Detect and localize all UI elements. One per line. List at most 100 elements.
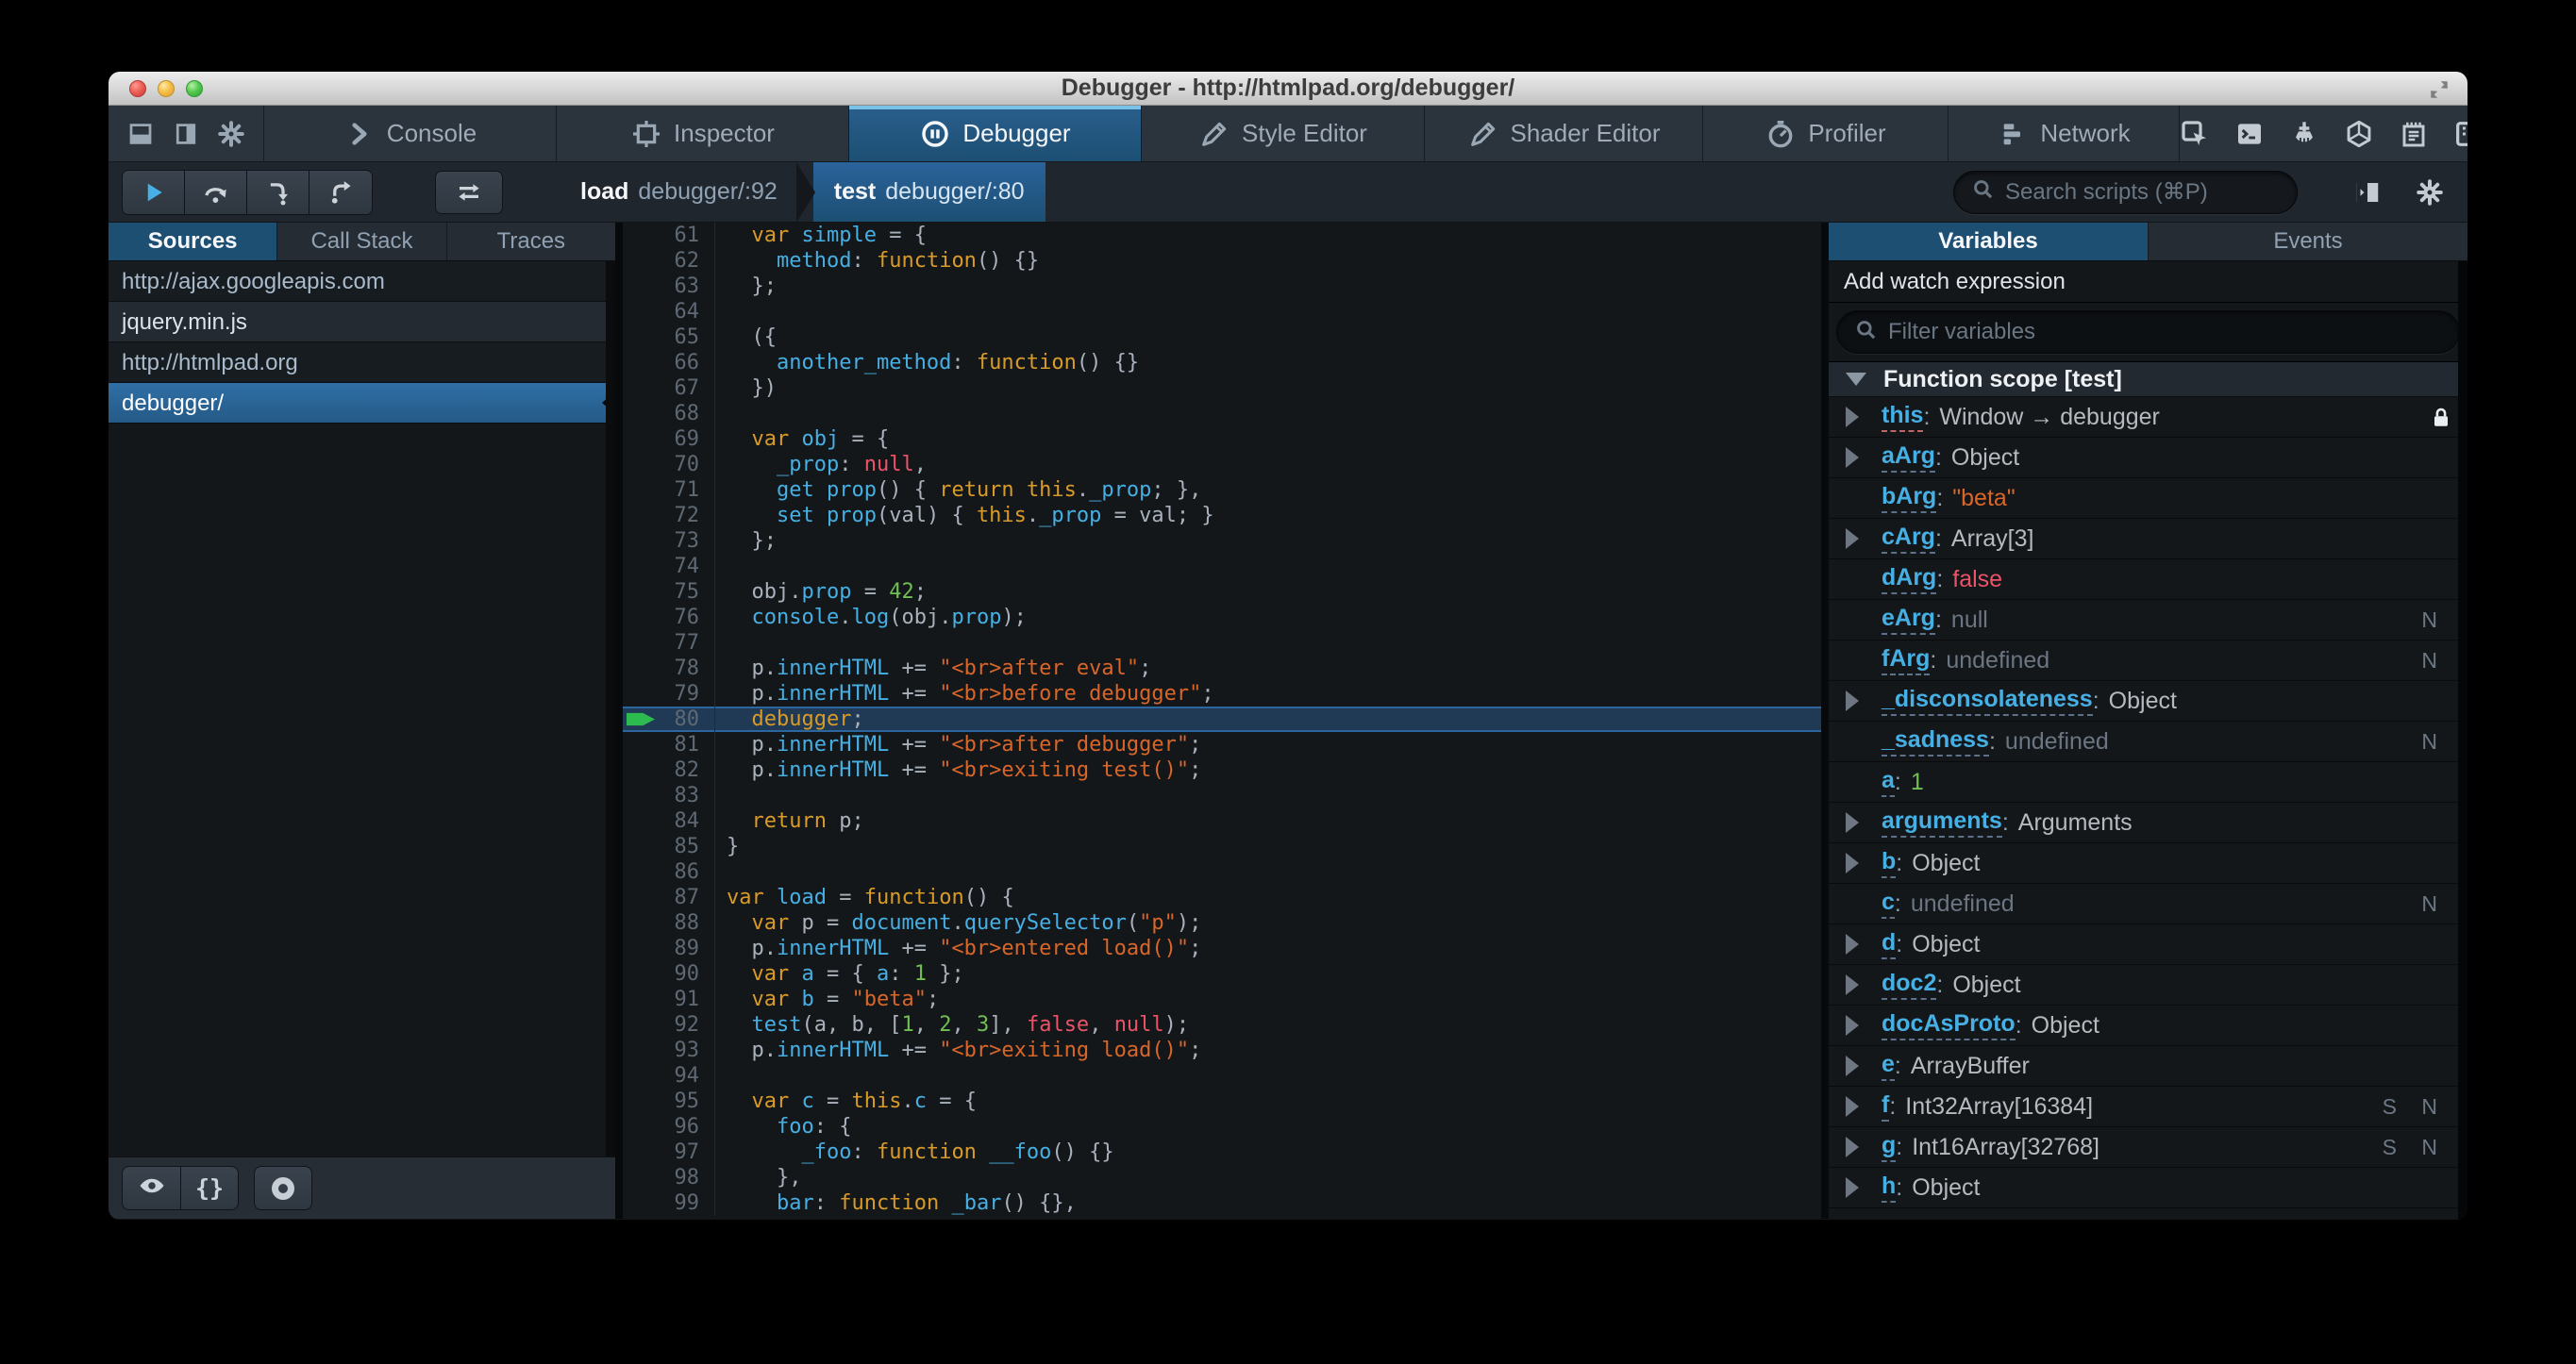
code-line[interactable]: 94 (623, 1063, 1821, 1089)
variable-row[interactable]: docAsProto: Object (1829, 1006, 2467, 1046)
variable-value[interactable]: undefined (1946, 647, 2049, 674)
minimize-window-button[interactable] (158, 80, 175, 97)
variable-value[interactable]: Int16Array[32768] (1912, 1134, 2099, 1161)
variable-value[interactable]: ArrayBuffer (1911, 1053, 2030, 1080)
code-line[interactable]: 98 }, (623, 1165, 1821, 1190)
line-number[interactable]: 95 (623, 1089, 715, 1114)
variable-value[interactable]: Object (1952, 972, 2020, 999)
variable-row[interactable]: _disconsolateness: Object (1829, 681, 2467, 722)
blackbox-source-button[interactable] (122, 1166, 180, 1210)
breadcrumb-frame-test[interactable]: test debugger/:80 (812, 162, 1045, 222)
line-number[interactable]: 72 (623, 503, 715, 528)
expand-icon[interactable] (1846, 934, 1859, 955)
variable-row[interactable]: c: undefined N (1829, 884, 2467, 924)
variable-value[interactable]: undefined (2005, 728, 2109, 756)
variables-tab-variables[interactable]: Variables (1829, 223, 2149, 260)
variable-name[interactable]: bArg (1882, 483, 1937, 513)
variable-row[interactable]: arguments: Arguments (1829, 803, 2467, 843)
variable-row[interactable]: d: Object (1829, 924, 2467, 965)
code-line[interactable]: 72 set prop(val) { this._prop = val; } (623, 503, 1821, 528)
line-number[interactable]: 89 (623, 936, 715, 961)
tab-network[interactable]: Network (1949, 106, 2180, 161)
filter-variables-input[interactable] (1888, 319, 2442, 345)
variable-value[interactable]: Object (1951, 444, 2019, 472)
line-number[interactable]: 63 (623, 274, 715, 299)
code-line[interactable]: 70 _prop: null, (623, 452, 1821, 477)
tab-console[interactable]: Console (264, 106, 557, 161)
variable-name[interactable]: eArg (1882, 605, 1935, 635)
line-number[interactable]: 61 (623, 223, 715, 248)
split-console-icon[interactable] (2234, 119, 2265, 149)
code-line[interactable]: 73 }; (623, 528, 1821, 554)
line-number[interactable]: 64 (623, 299, 715, 324)
variable-row[interactable]: a: 1 (1829, 762, 2467, 803)
code-line[interactable]: 64 (623, 299, 1821, 324)
expand-icon[interactable] (1846, 1015, 1859, 1036)
code-line[interactable]: 99 bar: function _bar() {}, (623, 1190, 1821, 1216)
dock-bottom-icon[interactable] (125, 119, 156, 149)
code-line[interactable]: 89 p.innerHTML += "<br>entered load()"; (623, 936, 1821, 961)
line-number[interactable]: 71 (623, 477, 715, 503)
sidebar-splitter[interactable] (615, 223, 623, 1219)
code-line[interactable]: 65 ({ (623, 324, 1821, 350)
variable-row[interactable]: this: Window → debugger (1829, 397, 2467, 438)
pick-element-icon[interactable] (2180, 119, 2210, 149)
expand-icon[interactable] (1846, 1056, 1859, 1076)
line-number[interactable]: 74 (623, 554, 715, 579)
variable-value[interactable]: Array[3] (1951, 525, 2034, 553)
variable-name[interactable]: _sadness (1882, 726, 1989, 757)
code-line[interactable]: 96 foo: { (623, 1114, 1821, 1139)
code-line[interactable]: 91 var b = "beta"; (623, 987, 1821, 1012)
resume-button[interactable] (123, 170, 185, 214)
line-number[interactable]: 91 (623, 987, 715, 1012)
sources-tab-sources[interactable]: Sources (109, 223, 278, 260)
variables-splitter[interactable] (1821, 223, 1829, 1219)
toggle-pause-on-exceptions-button[interactable] (254, 1166, 312, 1210)
line-number[interactable]: 84 (623, 808, 715, 834)
line-number[interactable]: 98 (623, 1165, 715, 1190)
tab-profiler[interactable]: Profiler (1703, 106, 1949, 161)
zoom-window-button[interactable] (186, 80, 203, 97)
line-number[interactable]: 77 (623, 630, 715, 656)
code-line[interactable]: 83 (623, 783, 1821, 808)
variable-row[interactable]: g: Int16Array[32768] S N (1829, 1127, 2467, 1168)
variable-name[interactable]: f (1882, 1091, 1890, 1122)
code-line[interactable]: 84 return p; (623, 808, 1821, 834)
scope-header[interactable]: Function scope [test] (1829, 362, 2467, 397)
tab-debugger[interactable]: Debugger (849, 106, 1142, 161)
variable-name[interactable]: _disconsolateness (1882, 686, 2093, 716)
expand-icon[interactable] (1846, 812, 1859, 833)
search-scripts-input[interactable] (2005, 178, 2280, 206)
line-number[interactable]: 87 (623, 885, 715, 910)
source-item[interactable]: debugger/ (109, 383, 615, 424)
line-number[interactable]: 78 (623, 656, 715, 681)
code-line[interactable]: 75 obj.prop = 42; (623, 579, 1821, 605)
line-number[interactable]: 88 (623, 910, 715, 936)
code-line[interactable]: 85} (623, 834, 1821, 859)
dock-side-icon[interactable] (171, 119, 201, 149)
variable-value[interactable]: 1 (1911, 769, 1924, 796)
expand-icon[interactable] (1846, 853, 1859, 873)
variable-value[interactable]: Object (2032, 1012, 2099, 1040)
line-number[interactable]: 97 (623, 1139, 715, 1165)
line-number[interactable]: 62 (623, 248, 715, 274)
variable-name[interactable]: c (1882, 889, 1895, 919)
line-number[interactable]: 69 (623, 426, 715, 452)
pretty-print-button[interactable]: {} (180, 1166, 239, 1210)
code-line[interactable]: 97 _foo: function __foo() {} (623, 1139, 1821, 1165)
variable-name[interactable]: docAsProto (1882, 1010, 2016, 1040)
expand-icon[interactable] (1846, 528, 1859, 549)
variable-name[interactable]: fArg (1882, 645, 1931, 675)
step-out-button[interactable] (309, 170, 372, 214)
code-line[interactable]: 79 p.innerHTML += "<br>before debugger"; (623, 681, 1821, 707)
variables-scrollbar[interactable] (2458, 261, 2467, 1219)
line-number[interactable]: 79 (623, 681, 715, 707)
code-line[interactable]: 63 }; (623, 274, 1821, 299)
code-line[interactable]: 80 debugger; (623, 707, 1821, 732)
line-number[interactable]: 94 (623, 1063, 715, 1089)
code-line[interactable]: 82 p.innerHTML += "<br>exiting test()"; (623, 757, 1821, 783)
line-number[interactable]: 76 (623, 605, 715, 630)
code-line[interactable]: 92 test(a, b, [1, 2, 3], false, null); (623, 1012, 1821, 1038)
variable-name[interactable]: b (1882, 848, 1897, 878)
variable-name[interactable]: doc2 (1882, 970, 1937, 1000)
